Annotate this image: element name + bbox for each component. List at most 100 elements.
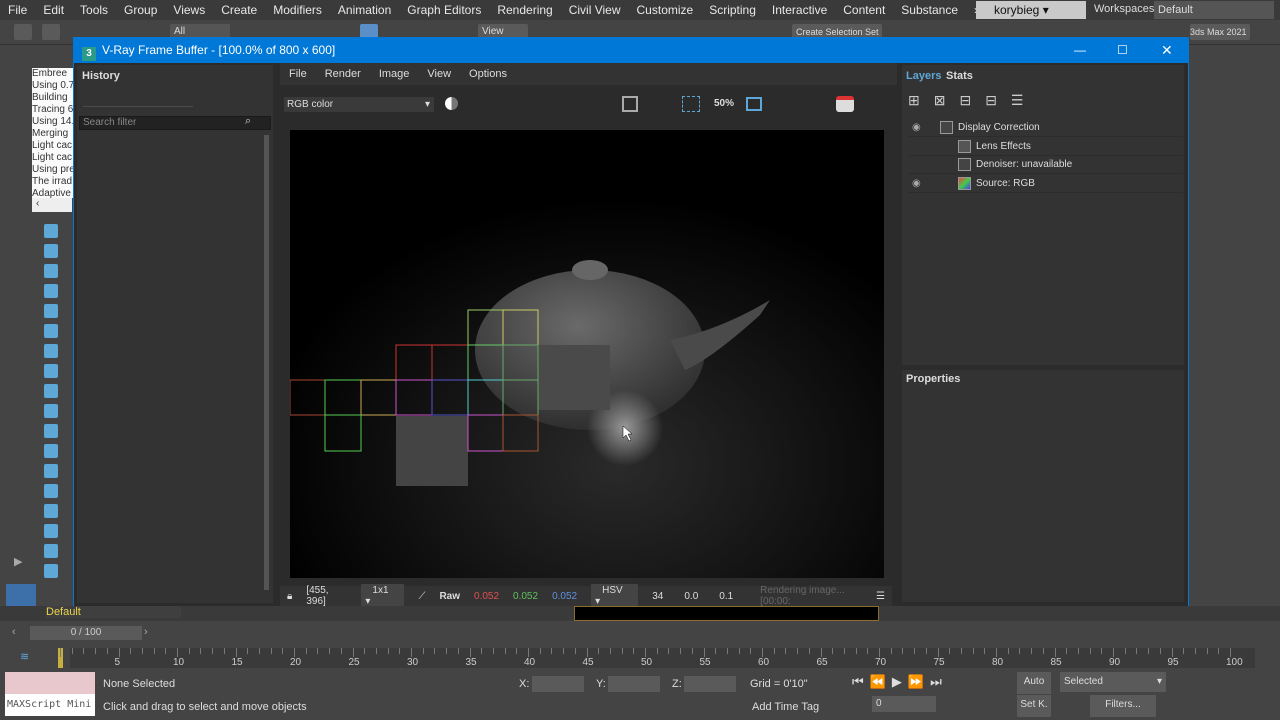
zoom-50-button[interactable]: 50%	[714, 98, 734, 109]
x-coord-field[interactable]	[532, 676, 584, 692]
playback-controls[interactable]: ⏮⏪▶⏩⏭	[852, 674, 948, 690]
vfb-menu-file[interactable]: File	[280, 68, 316, 80]
region-render-icon[interactable]	[682, 96, 700, 112]
current-layer[interactable]: Default	[46, 606, 181, 618]
expand-arrow-icon[interactable]: ▶	[14, 555, 22, 568]
layer-item[interactable]: ◉ Display Correction	[908, 119, 1183, 137]
prev-frame-button[interactable]: ‹	[12, 626, 16, 638]
vfb-menu-render[interactable]: Render	[316, 68, 370, 80]
next-frame-button[interactable]: ›	[144, 626, 148, 638]
channel-dropdown[interactable]: RGB color ▾	[284, 97, 434, 112]
track-mouse-icon[interactable]	[746, 97, 762, 111]
color-mode-icon[interactable]	[445, 97, 458, 110]
key-filter-dropdown[interactable]: Selected ▾	[1060, 672, 1166, 692]
color-space-dropdown[interactable]: HSV ▾	[591, 584, 639, 608]
command-panel-icon[interactable]	[44, 424, 58, 438]
command-panel-icon[interactable]	[44, 304, 58, 318]
menu-modifiers[interactable]: Modifiers	[265, 3, 330, 17]
menu-animation[interactable]: Animation	[330, 3, 399, 17]
menu-group[interactable]: Group	[116, 3, 165, 17]
menu-tools[interactable]: Tools	[72, 3, 116, 17]
vfb-menu-view[interactable]: View	[418, 68, 460, 80]
user-account-dropdown[interactable]: korybieg ▾	[976, 1, 1086, 19]
redo-icon[interactable]	[42, 24, 60, 40]
menu-create[interactable]: Create	[213, 3, 265, 17]
timeline-ruler[interactable]: 5 10 15 20 25 30 35 40 45 50 55 60 65 70 75 80 85 90 95 100	[58, 648, 1255, 668]
menu-file[interactable]: File	[0, 3, 35, 17]
maxscript-mini[interactable]: MAXScript Mini	[5, 694, 95, 716]
menu-civil-view[interactable]: Civil View	[561, 3, 629, 17]
menu-views[interactable]: Views	[165, 3, 213, 17]
curve-icon[interactable]: ⟋	[418, 591, 425, 602]
command-panel-icon[interactable]	[44, 384, 58, 398]
menu-content[interactable]: Content	[835, 3, 893, 17]
value-value: 0.1	[719, 590, 734, 602]
z-coord-field[interactable]	[684, 676, 736, 692]
command-panel-icon[interactable]	[44, 244, 58, 258]
command-panel-icon[interactable]	[44, 324, 58, 338]
search-icon[interactable]: ⌕	[245, 115, 251, 128]
ruler-tick	[1148, 648, 1150, 654]
command-panel-icon[interactable]	[44, 364, 58, 378]
sample-size-dropdown[interactable]: 1x1 ▾	[361, 584, 405, 608]
maximize-button[interactable]: ☐	[1117, 38, 1128, 63]
history-search-input[interactable]: Search filter	[79, 116, 271, 130]
menu-graph-editors[interactable]: Graph Editors	[399, 3, 489, 17]
eye-icon[interactable]: ◉	[912, 175, 921, 193]
command-panel-icon[interactable]	[44, 544, 58, 558]
ruler-tick	[340, 648, 342, 654]
layer-icon	[940, 121, 953, 134]
menu-substance[interactable]: Substance	[893, 3, 966, 17]
vfb-menu-image[interactable]: Image	[370, 68, 419, 80]
time-slider[interactable]: 0 / 100	[30, 626, 142, 640]
command-panel-icon[interactable]	[44, 284, 58, 298]
y-coord-field[interactable]	[608, 676, 660, 692]
undo-icon[interactable]	[14, 24, 32, 40]
add-time-tag[interactable]: Add Time Tag	[752, 701, 819, 713]
ruler-tick	[106, 648, 108, 654]
command-panel-icon[interactable]	[44, 264, 58, 278]
menu-interactive[interactable]: Interactive	[764, 3, 835, 17]
layer-item[interactable]: Lens Effects	[908, 138, 1183, 156]
stats-tab[interactable]: Stats	[946, 70, 973, 82]
auto-key-button[interactable]: Auto	[1017, 672, 1051, 694]
minimize-button[interactable]: —	[1074, 38, 1086, 63]
ruler-tick	[481, 648, 483, 654]
vfb-menu-options[interactable]: Options	[460, 68, 516, 80]
layers-tab[interactable]: Layers	[906, 70, 941, 82]
command-panel-icon[interactable]	[44, 224, 58, 238]
command-panel-icon[interactable]	[44, 524, 58, 538]
layer-item[interactable]: ◉ Source: RGB	[908, 175, 1183, 193]
history-scrollbar[interactable]	[264, 135, 269, 590]
command-panel-icon[interactable]	[44, 344, 58, 358]
menu-customize[interactable]: Customize	[629, 3, 702, 17]
render-icon[interactable]	[836, 96, 854, 112]
close-button[interactable]: ✕	[1161, 38, 1173, 63]
log-scroll-left[interactable]: ‹	[32, 198, 72, 212]
curve-editor-icon[interactable]: ≋	[20, 650, 29, 663]
ruler-tick	[937, 648, 939, 657]
maxscript-listener[interactable]	[5, 672, 95, 694]
layer-item[interactable]: Denoiser: unavailable	[908, 156, 1183, 174]
command-panel-icon[interactable]	[44, 444, 58, 458]
current-frame-field[interactable]: 0	[872, 696, 936, 712]
menu-scripting[interactable]: Scripting	[701, 3, 764, 17]
key-filters-button[interactable]: Filters...	[1090, 695, 1156, 717]
lock-icon[interactable]: 🔒︎	[287, 591, 292, 602]
menu-rendering[interactable]: Rendering	[489, 3, 560, 17]
menu-edit[interactable]: Edit	[35, 3, 72, 17]
set-key-button[interactable]: Set K.	[1017, 695, 1051, 717]
ruler-label: 95	[1167, 657, 1179, 668]
save-icon[interactable]	[622, 96, 638, 112]
history-tab[interactable]: History	[82, 70, 120, 82]
eye-icon[interactable]: ◉	[912, 119, 921, 137]
command-panel-icon[interactable]	[44, 504, 58, 518]
workspace-dropdown[interactable]: Default	[1154, 1, 1274, 19]
green-value: 0.052	[513, 590, 539, 602]
command-panel-icon[interactable]	[44, 404, 58, 418]
command-panel-icon[interactable]	[44, 464, 58, 478]
log-icon[interactable]: ☰	[876, 591, 885, 602]
log-line: Tracing 6	[32, 104, 74, 115]
command-panel-icon[interactable]	[44, 484, 58, 498]
command-panel-icon[interactable]	[44, 564, 58, 578]
